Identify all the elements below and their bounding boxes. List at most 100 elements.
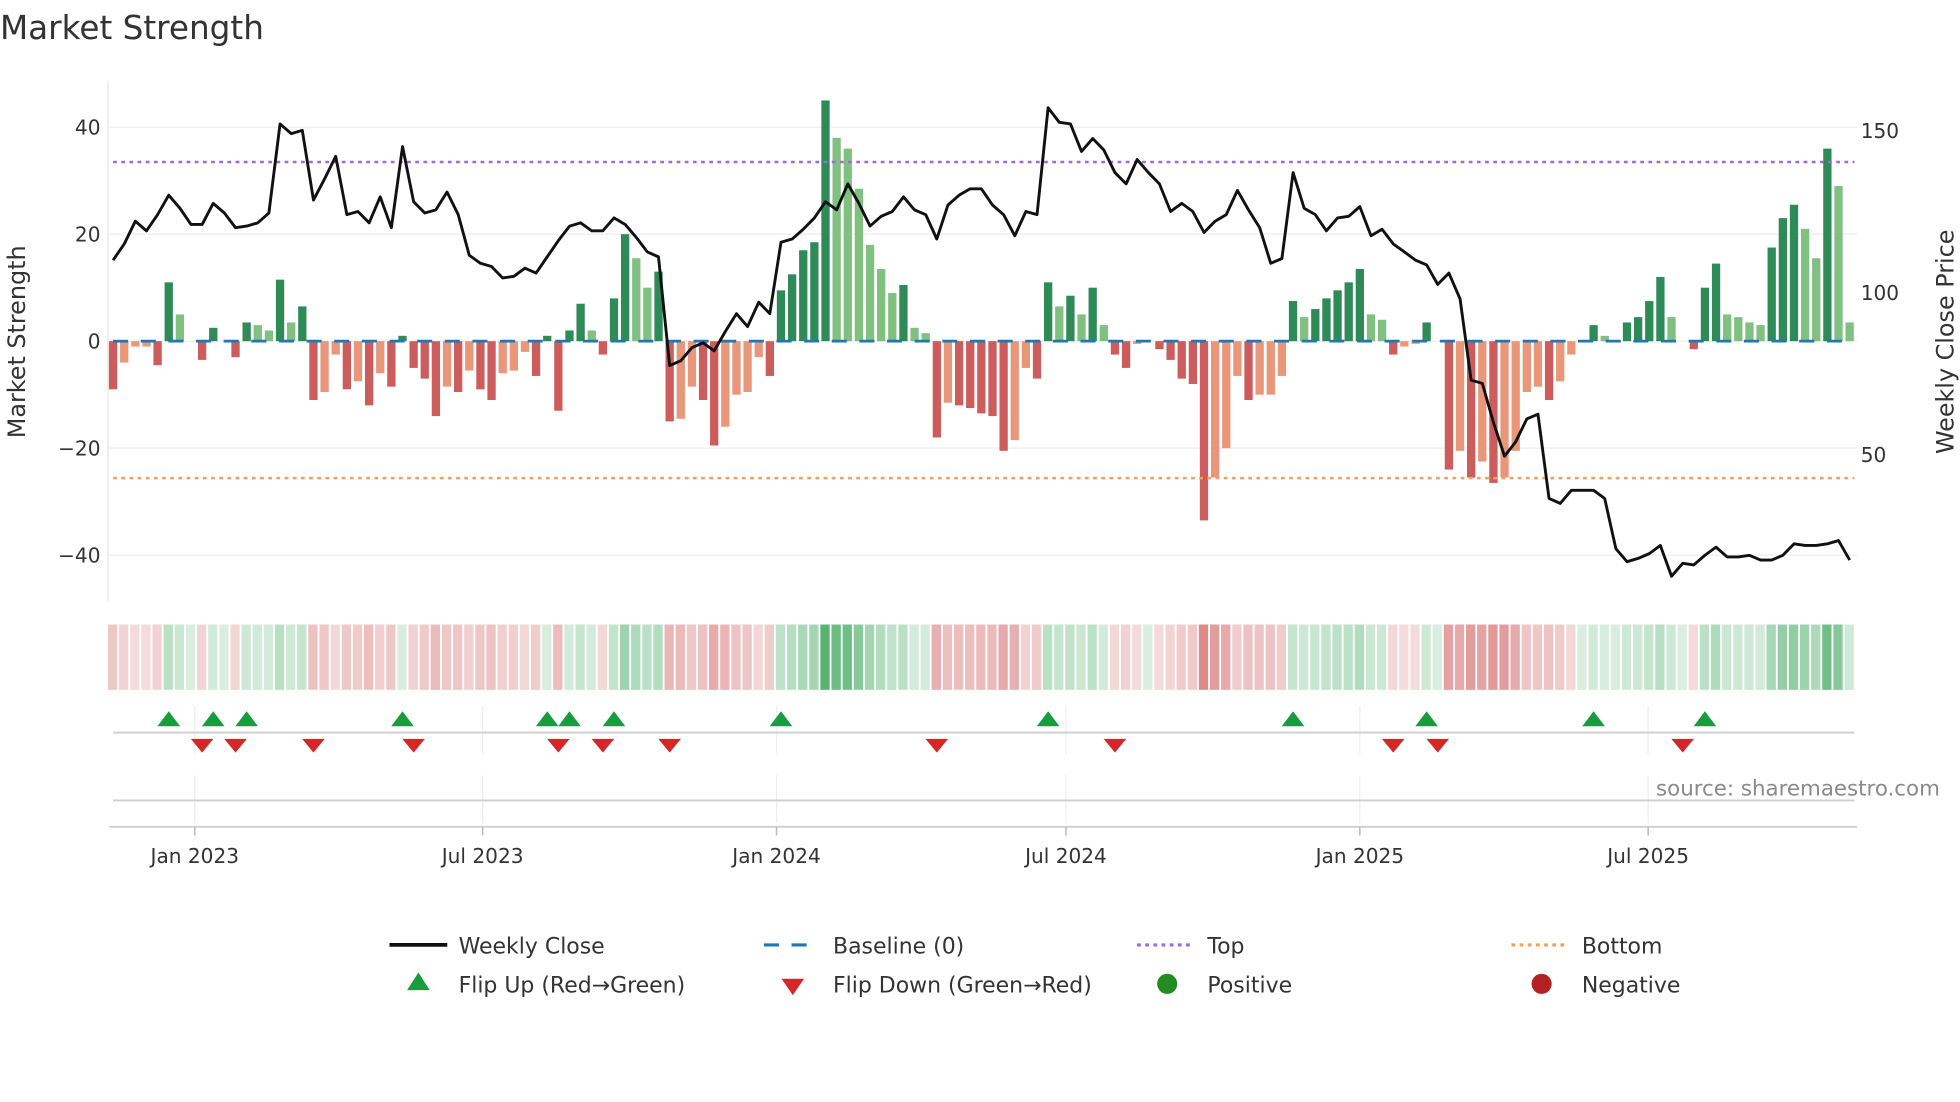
- heat-strip-cell: [486, 624, 496, 690]
- strength-bar: [821, 100, 830, 342]
- strength-bar: [175, 314, 185, 342]
- heat-strip-cell: [1722, 624, 1732, 690]
- strength-bar: [1155, 341, 1164, 350]
- strength-bar: [888, 293, 897, 342]
- left-axis-title: Market Strength: [3, 245, 31, 438]
- strength-bar: [231, 341, 240, 358]
- heat-strip-cell: [1031, 624, 1042, 690]
- heat-strip-cell: [297, 624, 307, 690]
- strength-bar: [554, 341, 563, 411]
- flip-down-marker: [547, 738, 570, 753]
- heat-strip-cell: [731, 624, 741, 690]
- heat-strip-cell: [130, 624, 140, 690]
- legend-baseline-label: Baseline (0): [833, 935, 964, 960]
- legend-negative-label: Negative: [1582, 974, 1681, 999]
- strength-bar: [977, 341, 986, 414]
- heat-strip-cell: [1666, 624, 1676, 690]
- heat-strip-cell: [831, 624, 841, 690]
- x-tick-label: Jul 2025: [1605, 844, 1689, 868]
- strength-bar: [1311, 309, 1320, 342]
- heat-strip-cell: [909, 624, 919, 690]
- strength-bar: [1355, 268, 1364, 342]
- heat-strip-cell: [408, 624, 418, 690]
- strength-bar: [1845, 322, 1854, 342]
- strength-bar: [1233, 341, 1242, 376]
- heat-strip-cell: [174, 624, 185, 690]
- strength-bar: [1533, 341, 1543, 387]
- heat-strip-cell: [653, 624, 663, 690]
- heat-strip-cell: [1799, 624, 1810, 690]
- y-tick-label: 0: [88, 330, 101, 354]
- heat-strip-cell: [1187, 624, 1198, 690]
- strength-bar: [576, 303, 585, 342]
- heat-strip-cell: [386, 624, 396, 690]
- y-tick-label: 20: [75, 223, 101, 247]
- strength-bar: [1422, 322, 1431, 342]
- heat-strip-cell: [853, 624, 864, 690]
- heat-strip-cell: [1065, 624, 1075, 690]
- heat-strip-cell: [864, 624, 875, 690]
- right-axis-title: Weekly Close Price: [1932, 230, 1960, 455]
- strength-bar: [1266, 341, 1275, 395]
- heat-strip-cell: [1343, 624, 1353, 690]
- strength-bar: [988, 341, 997, 417]
- heat-strip-cell: [1087, 624, 1097, 690]
- heat-strip-cell: [1499, 624, 1509, 690]
- heat-strip-cell: [196, 624, 207, 690]
- strength-heat-strip: [107, 624, 1854, 690]
- flip-up-marker: [535, 711, 559, 727]
- source-label: source: sharemaestro.com: [1656, 776, 1940, 801]
- flip-down-marker: [1103, 738, 1127, 753]
- heat-strip-cell: [1788, 624, 1799, 690]
- heat-strip-cell: [397, 624, 407, 690]
- strength-bar: [1255, 341, 1264, 395]
- strength-bar: [1377, 319, 1387, 342]
- heat-strip-cell: [642, 624, 652, 690]
- heat-strip-cell: [341, 624, 351, 690]
- heat-strip-cell: [1699, 624, 1710, 690]
- heat-strip-cell: [363, 624, 374, 690]
- heat-strip-cell: [1766, 624, 1776, 690]
- x-tick-label: Jan 2023: [149, 844, 239, 868]
- legend-flip-down-triangle-icon: [781, 978, 805, 996]
- heat-strip-cell: [1466, 624, 1476, 690]
- flip-down-marker: [658, 738, 681, 753]
- strength-bar: [1277, 341, 1287, 376]
- strength-bar: [509, 341, 518, 371]
- heat-strip-cell: [876, 624, 886, 690]
- flip-up-marker: [1036, 711, 1060, 727]
- strength-bar: [498, 341, 507, 374]
- chart-title: Market Strength: [0, 9, 264, 47]
- strength-bar: [353, 341, 363, 382]
- strength-bar: [1756, 325, 1765, 342]
- heat-strip-cell: [286, 624, 296, 690]
- strength-bar: [1778, 218, 1787, 342]
- strength-bar: [298, 306, 307, 342]
- heat-strip-cell: [1365, 624, 1376, 690]
- strength-bar: [487, 341, 496, 401]
- heat-strip-cell: [1265, 624, 1275, 690]
- heat-strip-cell: [942, 624, 953, 690]
- strength-bar: [1222, 341, 1231, 449]
- heat-strip-cell: [319, 624, 329, 690]
- heat-strip-cell: [208, 624, 218, 690]
- heat-strip-cell: [586, 624, 596, 690]
- strength-bar: [565, 330, 574, 342]
- heat-strip-cell: [887, 624, 897, 690]
- strength-bar: [1344, 282, 1353, 342]
- legend-flip-up-label: Flip Up (Red→Green): [459, 974, 686, 999]
- heat-strip-cell: [1243, 624, 1253, 690]
- flip-down-marker: [591, 738, 615, 753]
- heat-strip-cell: [1543, 624, 1554, 690]
- heat-strip-cell: [1299, 624, 1309, 690]
- strength-bar: [543, 335, 552, 342]
- y-tick-label: −40: [58, 544, 100, 568]
- heat-strip-cell: [1232, 624, 1242, 690]
- strength-bar: [1366, 314, 1376, 342]
- flip-up-marker: [235, 711, 258, 727]
- heat-strip-cell: [608, 624, 619, 690]
- strength-bar: [1121, 341, 1131, 368]
- strength-bar: [1622, 322, 1632, 342]
- strength-bar: [1767, 247, 1776, 342]
- strength-bar: [1044, 282, 1053, 342]
